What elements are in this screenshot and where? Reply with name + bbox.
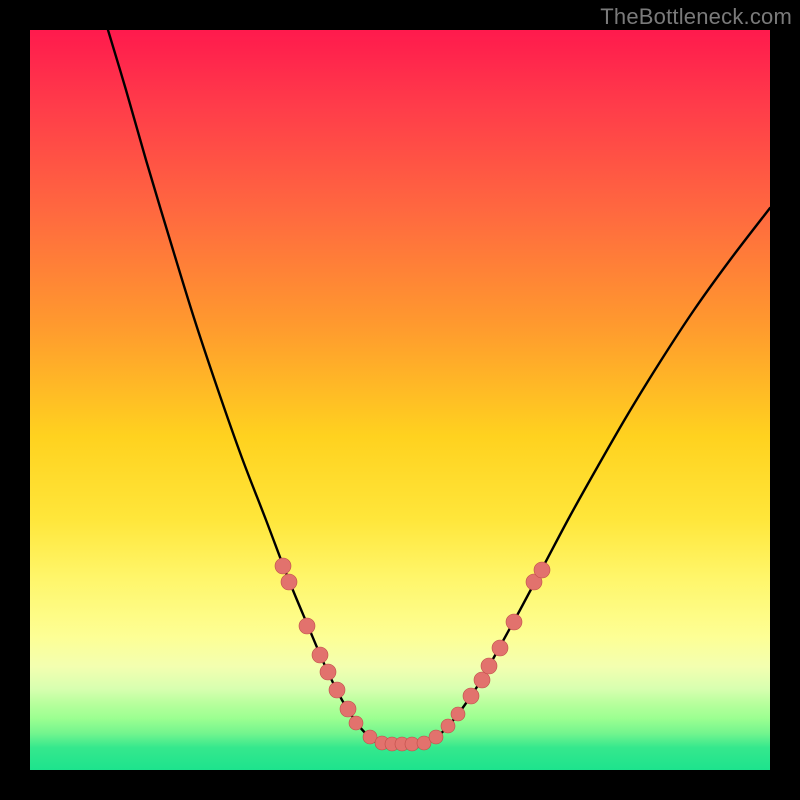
watermark-text: TheBottleneck.com — [600, 4, 792, 30]
data-dot — [312, 647, 328, 663]
curve-svg — [30, 30, 770, 770]
data-dot — [506, 614, 522, 630]
data-dot — [281, 574, 297, 590]
data-dot — [299, 618, 315, 634]
data-dot — [329, 682, 345, 698]
data-dot — [534, 562, 550, 578]
data-dot — [474, 672, 490, 688]
bottleneck-curve — [108, 30, 770, 744]
data-dot — [492, 640, 508, 656]
data-dot — [349, 716, 363, 730]
data-dot — [481, 658, 497, 674]
data-dot — [275, 558, 291, 574]
data-dot — [429, 730, 443, 744]
data-dot — [320, 664, 336, 680]
data-dot — [463, 688, 479, 704]
data-dots — [275, 558, 550, 751]
data-dot — [340, 701, 356, 717]
plot-area — [30, 30, 770, 770]
data-dot — [441, 719, 455, 733]
chart-stage: TheBottleneck.com — [0, 0, 800, 800]
data-dot — [451, 707, 465, 721]
